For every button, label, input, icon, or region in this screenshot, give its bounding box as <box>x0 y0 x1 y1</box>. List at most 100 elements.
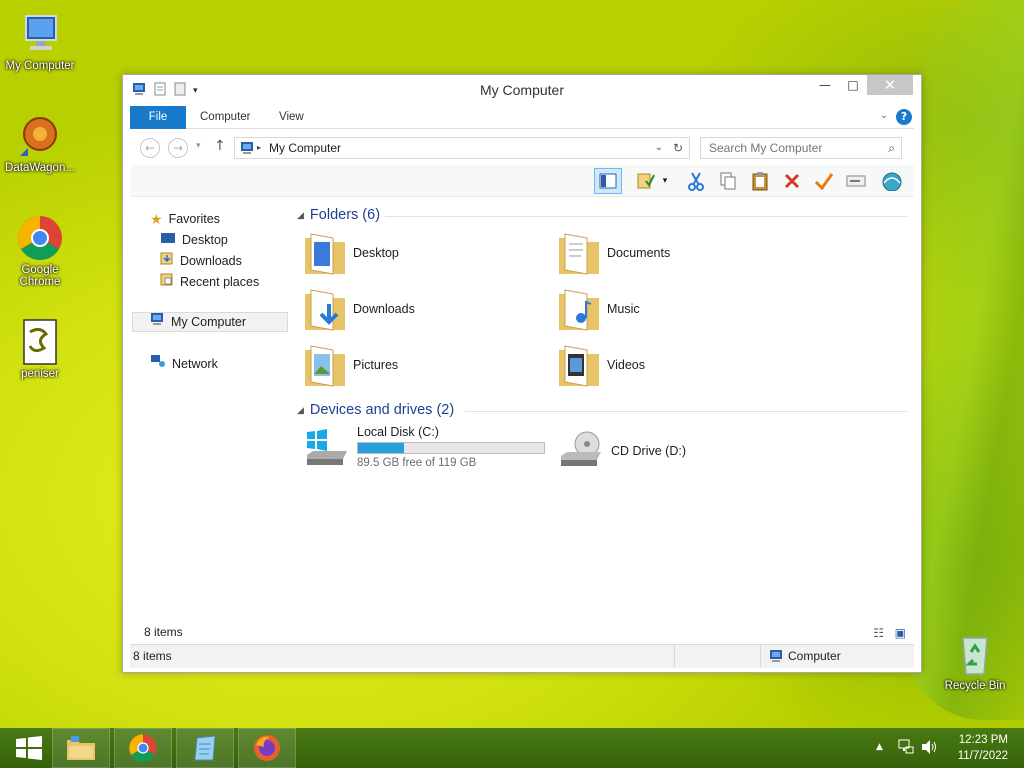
taskbar-chrome[interactable] <box>114 728 172 768</box>
datawagon-icon <box>16 112 64 160</box>
taskbar: ▲ 12:23 PM 11/7/2022 <box>0 728 1024 768</box>
taskbar-file-explorer[interactable] <box>52 728 110 768</box>
breadcrumb-arrow-icon[interactable]: ▸ <box>257 138 261 158</box>
folder-downloads[interactable]: Downloads <box>303 283 553 335</box>
tab-computer[interactable]: Computer <box>200 106 251 129</box>
delete-button[interactable] <box>778 168 806 194</box>
devices-group-header[interactable]: ◢ Devices and drives (2) <box>297 402 454 418</box>
sidebar-item-label: Desktop <box>182 233 228 247</box>
delete-x-icon <box>784 173 800 189</box>
downloads-icon <box>160 251 174 271</box>
title-bar[interactable]: ▾ My Computer — □ ✕ <box>123 75 921 105</box>
paste-button[interactable] <box>746 168 774 194</box>
desktop-icon-recycle-bin[interactable]: Recycle Bin <box>935 630 1015 692</box>
item-count: 8 items <box>144 625 183 639</box>
recycle-bin-icon <box>951 630 999 678</box>
minimize-button[interactable]: — <box>811 75 839 95</box>
scissors-icon <box>688 172 704 191</box>
close-button[interactable]: ✕ <box>867 75 913 95</box>
breadcrumb[interactable]: My Computer <box>269 141 341 155</box>
desktop-icon-peniser[interactable]: peniser <box>0 318 80 380</box>
unmount-button[interactable] <box>842 168 870 194</box>
file-explorer-icon <box>67 736 95 760</box>
address-dropdown-icon[interactable]: ⌄ <box>655 138 663 158</box>
folder-name: Documents <box>607 246 671 260</box>
start-button[interactable] <box>0 728 58 768</box>
status-divider <box>760 645 761 667</box>
copy-button[interactable] <box>714 168 742 194</box>
sidebar-item-network[interactable]: Network <box>150 354 218 374</box>
desktop-icon-datawagon[interactable]: DataWagon... <box>0 112 80 174</box>
collapse-arrow-icon[interactable]: ◢ <box>297 210 304 221</box>
system-clock[interactable]: 12:23 PM 11/7/2022 <box>958 732 1008 764</box>
recent-locations-icon[interactable]: ▾ <box>196 141 201 151</box>
status-divider <box>674 645 675 667</box>
preview-pane-icon <box>599 173 617 189</box>
folder-desktop[interactable]: Desktop <box>303 227 553 279</box>
folder-pictures[interactable]: Pictures <box>303 339 553 391</box>
recent-places-icon <box>160 272 174 292</box>
copy-icon <box>720 172 736 190</box>
folder-name: Desktop <box>353 246 399 260</box>
search-icon[interactable]: ⌕ <box>888 138 895 158</box>
back-button[interactable]: ← <box>140 138 160 158</box>
sidebar-item-my-computer[interactable]: My Computer <box>132 312 288 332</box>
tab-file[interactable]: File <box>130 106 186 129</box>
sidebar-item-favorites[interactable]: ★ Favorites <box>150 209 220 229</box>
properties-button[interactable] <box>632 168 660 194</box>
drive-free-space: 89.5 GB free of 119 GB <box>357 457 477 469</box>
shell-button[interactable] <box>878 168 906 194</box>
star-icon: ★ <box>150 211 163 227</box>
drive-cd-d[interactable]: CD Drive (D:) <box>557 425 807 477</box>
sidebar-item-recent-places[interactable]: Recent places <box>160 272 259 292</box>
volume-icon[interactable] <box>920 738 938 759</box>
folder-music[interactable]: Music <box>557 283 807 335</box>
network-tray-icon[interactable] <box>898 738 914 759</box>
drive-local-disk-c[interactable]: Local Disk (C:) 89.5 GB free of 119 GB <box>303 425 563 477</box>
help-icon[interactable]: ? <box>896 109 912 125</box>
taskbar-firefox[interactable] <box>238 728 296 768</box>
folder-name: Pictures <box>353 358 399 372</box>
sidebar-item-label: Recent places <box>180 275 260 289</box>
taskbar-notepad[interactable] <box>176 728 234 768</box>
window-controls: — □ ✕ <box>811 75 913 95</box>
details-view-icon[interactable]: ☷ <box>873 622 884 644</box>
search-input[interactable] <box>709 138 879 158</box>
refresh-icon[interactable]: ↻ <box>673 138 683 158</box>
address-bar[interactable]: ▸ My Computer ⌄ ↻ <box>234 137 690 159</box>
properties-dropdown-icon[interactable]: ▾ <box>658 168 672 194</box>
sidebar-item-downloads[interactable]: Downloads <box>160 251 242 271</box>
wallpaper-leaf <box>904 0 1024 720</box>
content-pane: ◢ Folders (6) Desktop Documents Download… <box>293 199 913 629</box>
forward-button[interactable]: → <box>168 138 188 158</box>
sidebar-item-desktop[interactable]: Desktop <box>160 230 228 250</box>
documents-folder-icon <box>557 228 601 279</box>
folder-documents[interactable]: Documents <box>557 227 807 279</box>
maximize-button[interactable]: □ <box>839 75 867 95</box>
checkmark-icon <box>814 173 834 190</box>
cut-button[interactable] <box>682 168 710 194</box>
show-hidden-icons-icon[interactable]: ▲ <box>876 742 883 752</box>
tab-view[interactable]: View <box>279 106 304 129</box>
rename-button[interactable] <box>810 168 838 194</box>
search-box[interactable]: ⌕ <box>700 137 902 159</box>
desktop-icon-google-chrome[interactable]: Google Chrome <box>0 214 80 288</box>
desktop-icon-label: Recycle Bin <box>944 680 1006 692</box>
collapse-arrow-icon[interactable]: ◢ <box>297 405 304 416</box>
address-row: ← → ▾ ↑ ▸ My Computer ⌄ ↻ ⌕ <box>130 133 914 161</box>
music-folder-icon <box>557 284 601 335</box>
folder-name: Music <box>607 302 640 316</box>
desktop-icon-my-computer[interactable]: My Computer <box>0 10 80 72</box>
preview-pane-button[interactable] <box>594 168 622 194</box>
folder-videos[interactable]: Videos <box>557 339 807 391</box>
computer-icon <box>768 648 784 670</box>
large-icons-view-icon[interactable]: ▣ <box>895 622 906 644</box>
folders-group-header[interactable]: ◢ Folders (6) <box>297 207 380 223</box>
computer-icon <box>239 141 255 161</box>
chevron-down-icon[interactable]: ⌄ <box>880 110 888 121</box>
computer-icon <box>149 312 165 332</box>
up-arrow-icon[interactable]: ↑ <box>214 138 226 154</box>
computer-icon <box>16 10 64 58</box>
desktop-folder-icon <box>303 228 347 279</box>
ribbon-tabs: File Computer View ⌄ ? <box>130 106 914 129</box>
